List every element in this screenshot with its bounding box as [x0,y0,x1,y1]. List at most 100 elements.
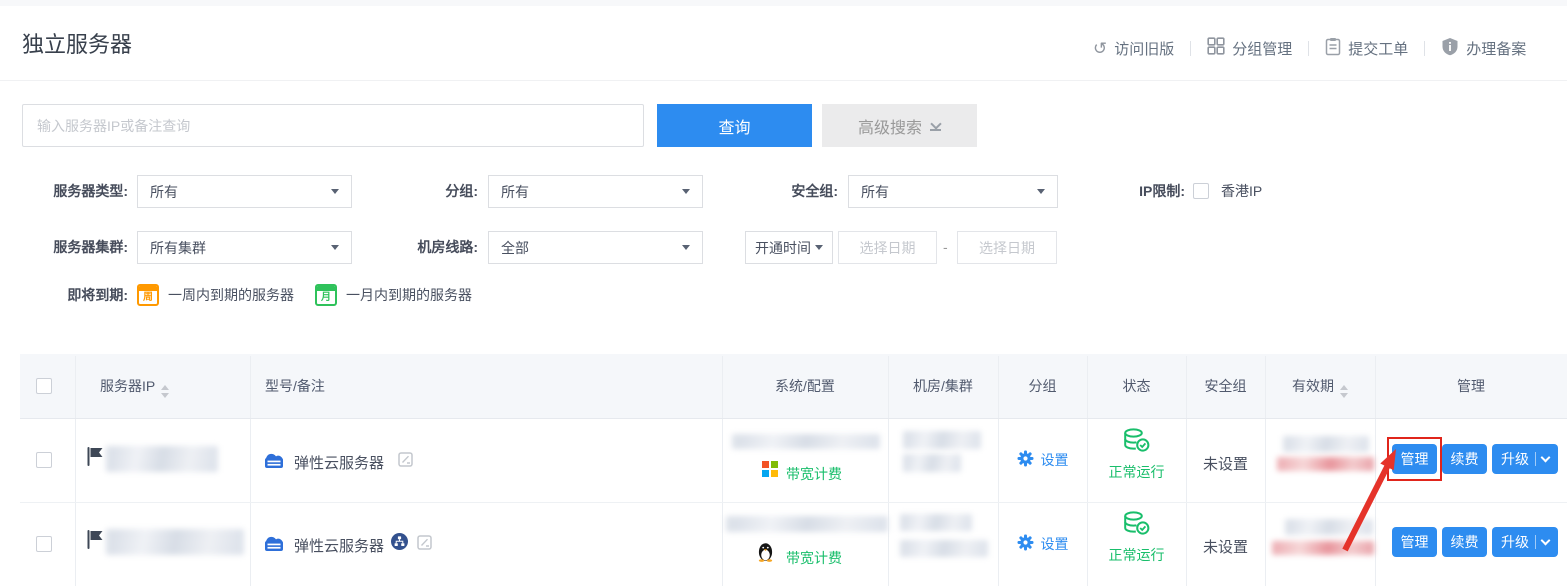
server-cluster-select[interactable]: 所有集群 [137,231,352,264]
select-caret-icon [815,245,823,250]
datacenter-redacted [900,540,988,557]
chevron-down-icon [930,120,941,131]
week-calendar-icon[interactable]: 周 [137,284,159,306]
shield-info-icon [1441,37,1459,60]
search-input[interactable] [22,104,644,147]
expiry-date-redacted [1285,519,1373,535]
group-settings-label: 设置 [1041,450,1069,470]
windows-logo-icon [762,461,778,477]
security-group-select[interactable]: 所有 [848,175,1058,208]
expiring-label: 即将到期: [0,283,128,307]
submit-ticket-link[interactable]: 提交工单 [1325,37,1408,60]
title-divider [0,80,1567,81]
datacenter-line-select[interactable]: 全部 [488,231,703,264]
th-model: 型号/备注 [265,354,325,418]
week-expiring-link[interactable]: 一周内到期的服务器 [168,283,294,307]
server-type-label: 服务器类型: [0,175,128,208]
th-expiry[interactable]: 有效期 [1265,354,1375,418]
status-label: 正常运行 [1087,545,1186,565]
cloud-server-icon [262,448,286,475]
hk-ip-option-label: 香港IP [1221,175,1262,208]
gear-icon [1017,450,1034,470]
server-ip-redacted [106,446,218,472]
links-divider [1424,41,1425,56]
expiry-date-redacted [1277,457,1374,471]
datacenter-redacted [900,514,972,531]
edit-remark-icon[interactable] [417,535,432,555]
expiry-date-redacted [1283,436,1369,452]
edit-remark-icon[interactable] [398,452,413,472]
row-divider [20,502,1567,503]
upgrade-label: 升级 [1501,532,1529,552]
date-separator: - [943,231,948,264]
group-management-label: 分组管理 [1232,38,1292,59]
upgrade-button[interactable]: 升级 [1492,527,1558,557]
server-cluster-value: 所有集群 [150,238,206,258]
row-checkbox[interactable] [36,452,52,468]
sort-icon[interactable] [161,385,169,398]
renew-button[interactable]: 续费 [1442,444,1487,474]
month-expiring-link[interactable]: 一月内到期的服务器 [346,283,472,307]
billing-type-label: 带宽计费 [786,548,842,568]
linux-penguin-icon [757,542,774,567]
security-group-value: 未设置 [1186,453,1265,474]
row-checkbox[interactable] [36,536,52,552]
server-model-label: 弹性云服务器 [294,452,384,473]
select-all-checkbox[interactable] [36,378,52,394]
column-divider [75,356,76,586]
manage-button[interactable]: 管理 [1392,444,1437,474]
submit-ticket-label: 提交工单 [1348,38,1408,59]
month-calendar-icon[interactable]: 月 [315,284,337,306]
flag-icon [86,446,104,472]
query-button[interactable]: 查询 [657,104,812,147]
cloud-server-icon [262,531,286,558]
chevron-down-icon[interactable] [1541,453,1551,463]
group-value: 所有 [501,182,529,202]
filing-label: 办理备案 [1466,38,1526,59]
date-end-input[interactable]: 选择日期 [957,231,1057,264]
th-manage: 管理 [1375,354,1567,418]
select-caret-icon [682,245,690,250]
date-start-input[interactable]: 选择日期 [838,231,937,264]
group-settings-label: 设置 [1041,534,1069,554]
expiry-date-redacted [1272,541,1374,555]
sort-icon[interactable] [1340,385,1348,398]
th-group: 分组 [998,354,1087,418]
visit-old-version-link[interactable]: ↺ 访问旧版 [1093,38,1174,59]
cluster-badge-icon [391,533,408,555]
renew-button[interactable]: 续费 [1442,527,1487,557]
hk-ip-checkbox[interactable] [1193,183,1209,199]
group-settings-link[interactable]: 设置 [998,502,1087,586]
status-running-icon [1123,511,1150,541]
th-server-ip-label: 服务器IP [100,378,155,394]
upgrade-button[interactable]: 升级 [1492,444,1558,474]
datacenter-line-label: 机房线路: [380,231,478,264]
security-group-label: 安全组: [730,175,838,208]
manage-button[interactable]: 管理 [1392,527,1437,557]
billing-type-label: 带宽计费 [786,464,842,484]
server-ip-redacted [106,529,244,555]
th-status: 状态 [1087,354,1186,418]
group-settings-link[interactable]: 设置 [998,418,1087,502]
chevron-down-icon[interactable] [1541,536,1551,546]
group-label: 分组: [380,175,478,208]
datacenter-redacted [903,431,981,449]
button-divider [1535,452,1536,466]
server-type-value: 所有 [150,182,178,202]
advanced-search-button[interactable]: 高级搜索 [822,104,977,147]
header-links: ↺ 访问旧版 分组管理 提交工单 办理备案 [1093,34,1526,62]
time-type-select[interactable]: 开通时间 [745,231,833,264]
group-management-link[interactable]: 分组管理 [1207,37,1292,59]
system-config-redacted [726,516,888,532]
th-server-ip[interactable]: 服务器IP [100,354,169,418]
advanced-search-label: 高级搜索 [858,114,922,138]
page-title: 独立服务器 [22,27,132,59]
filing-link[interactable]: 办理备案 [1441,37,1526,60]
security-group-value: 未设置 [1186,536,1265,557]
status-label: 正常运行 [1087,462,1186,482]
button-divider [1535,535,1536,549]
select-caret-icon [331,245,339,250]
server-type-select[interactable]: 所有 [137,175,352,208]
group-select[interactable]: 所有 [488,175,703,208]
system-config-redacted [732,434,880,449]
